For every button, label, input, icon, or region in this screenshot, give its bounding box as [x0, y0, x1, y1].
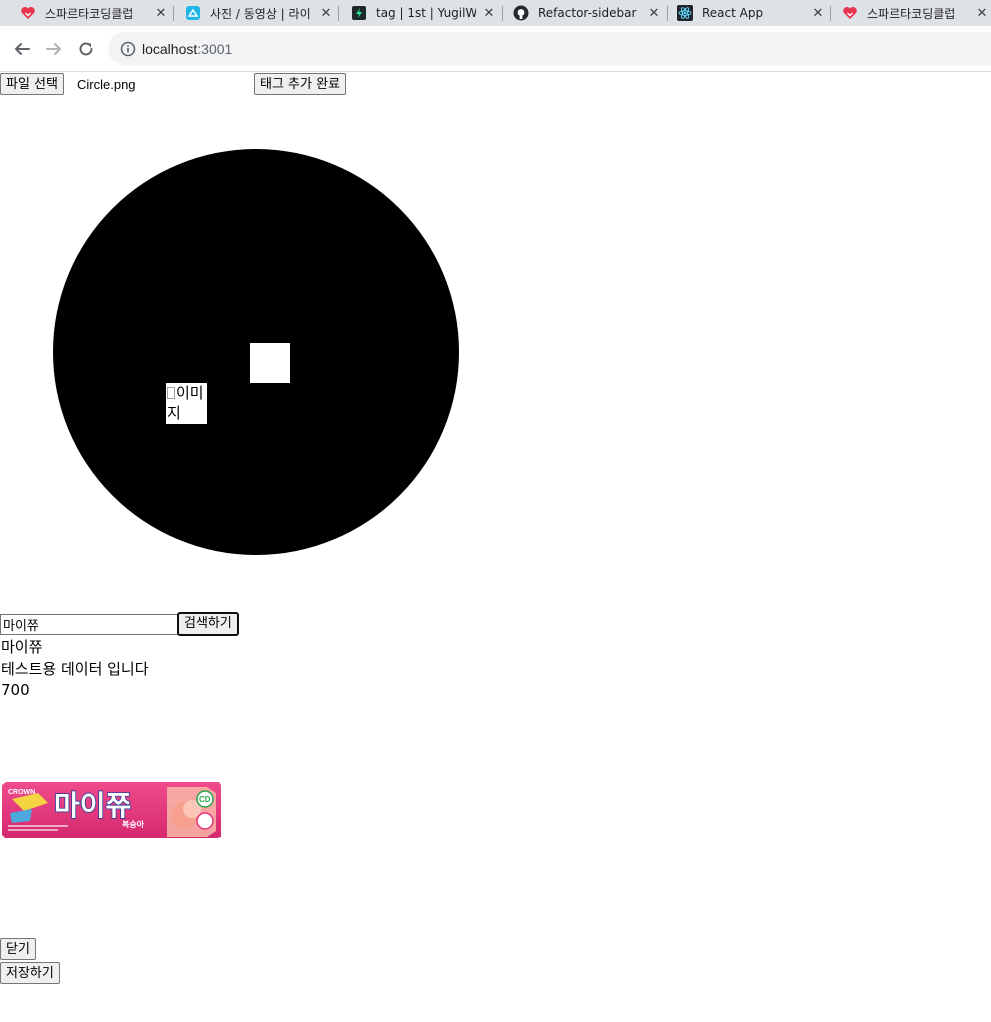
close-button[interactable]: 닫기 [0, 938, 36, 960]
bolt-icon [351, 5, 367, 21]
tab-title: tag | 1st | YugilWo [376, 6, 476, 20]
tab-title: 스파르타코딩클럽 [45, 6, 134, 21]
tab-title: 스파르타코딩클럽 [867, 6, 956, 21]
tag-marker[interactable] [250, 343, 290, 383]
react-icon [677, 5, 693, 21]
browser-tab[interactable]: tag | 1st | YugilWo ✕ [351, 0, 498, 26]
browser-tab[interactable]: 스파르타코딩클럽 ✕ [20, 0, 170, 26]
search-input[interactable] [0, 614, 178, 635]
broken-image: 이미지 [166, 383, 207, 424]
tab-divider [502, 6, 503, 21]
tag-add-done-button[interactable]: 태그 추가 완료 [254, 73, 347, 95]
tab-divider [667, 6, 668, 21]
browser-tab[interactable]: Refactor-sidebar · ✕ [513, 0, 663, 26]
github-icon [513, 5, 529, 21]
tab-divider [338, 6, 339, 21]
product-description: 테스트용 데이터 입니다 [1, 660, 149, 678]
browser-toolbar: localhost:3001 [0, 26, 991, 72]
browser-tab-active[interactable]: React App ✕ [677, 0, 827, 26]
tab-strip: 스파르타코딩클럽 ✕ 사진 / 동영상 | 라이 ✕ tag | 1st | Y… [0, 0, 991, 26]
tab-divider [173, 6, 174, 21]
info-icon[interactable] [120, 41, 136, 57]
browser-tab[interactable]: 사진 / 동영상 | 라이 ✕ [185, 0, 335, 26]
flavor-text: 복숭아 [122, 819, 145, 829]
product-price: 700 [1, 681, 30, 699]
save-button[interactable]: 저장하기 [0, 962, 60, 984]
url-port: :3001 [197, 40, 233, 57]
product-image: CROWN 마이쮸 복숭아 CD [2, 781, 221, 839]
tab-close-icon[interactable]: ✕ [645, 6, 663, 21]
search-button[interactable]: 검색하기 [177, 612, 239, 636]
package-title: 마이쮸 [54, 789, 131, 822]
back-icon[interactable] [10, 37, 34, 61]
tab-divider [830, 6, 831, 21]
product-name: 마이쮸 [1, 638, 43, 656]
forward-icon[interactable] [42, 37, 66, 61]
cd-badge: CD [199, 795, 211, 804]
broken-image-icon [167, 387, 175, 399]
brand-text: CROWN [8, 789, 35, 796]
tab-close-icon[interactable]: ✕ [152, 6, 170, 21]
tab-close-icon[interactable]: ✕ [809, 6, 827, 21]
reload-icon[interactable] [74, 37, 98, 61]
file-select-button[interactable]: 파일 선택 [0, 73, 64, 95]
tab-close-icon[interactable]: ✕ [973, 6, 991, 21]
url-host: localhost [142, 40, 198, 57]
tab-title: React App [702, 6, 764, 20]
tab-title: 사진 / 동영상 | 라이 [210, 6, 311, 21]
tab-close-icon[interactable]: ✕ [480, 6, 498, 21]
address-bar[interactable]: localhost:3001 [108, 32, 991, 65]
browser-tab[interactable]: 스파르타코딩클럽 ✕ [842, 0, 991, 26]
sparta-heart-icon [842, 5, 858, 21]
tab-close-icon[interactable]: ✕ [317, 6, 335, 21]
tab-title: Refactor-sidebar · [538, 6, 641, 20]
selected-file-name: Circle.png [77, 77, 136, 92]
photo-app-icon [185, 5, 201, 21]
address-url[interactable]: localhost:3001 [142, 41, 232, 57]
page-content: 파일 선택 Circle.png 태그 추가 완료 이미지 검색하기 마이쮸 테… [0, 72, 991, 1022]
sparta-heart-icon [20, 5, 36, 21]
